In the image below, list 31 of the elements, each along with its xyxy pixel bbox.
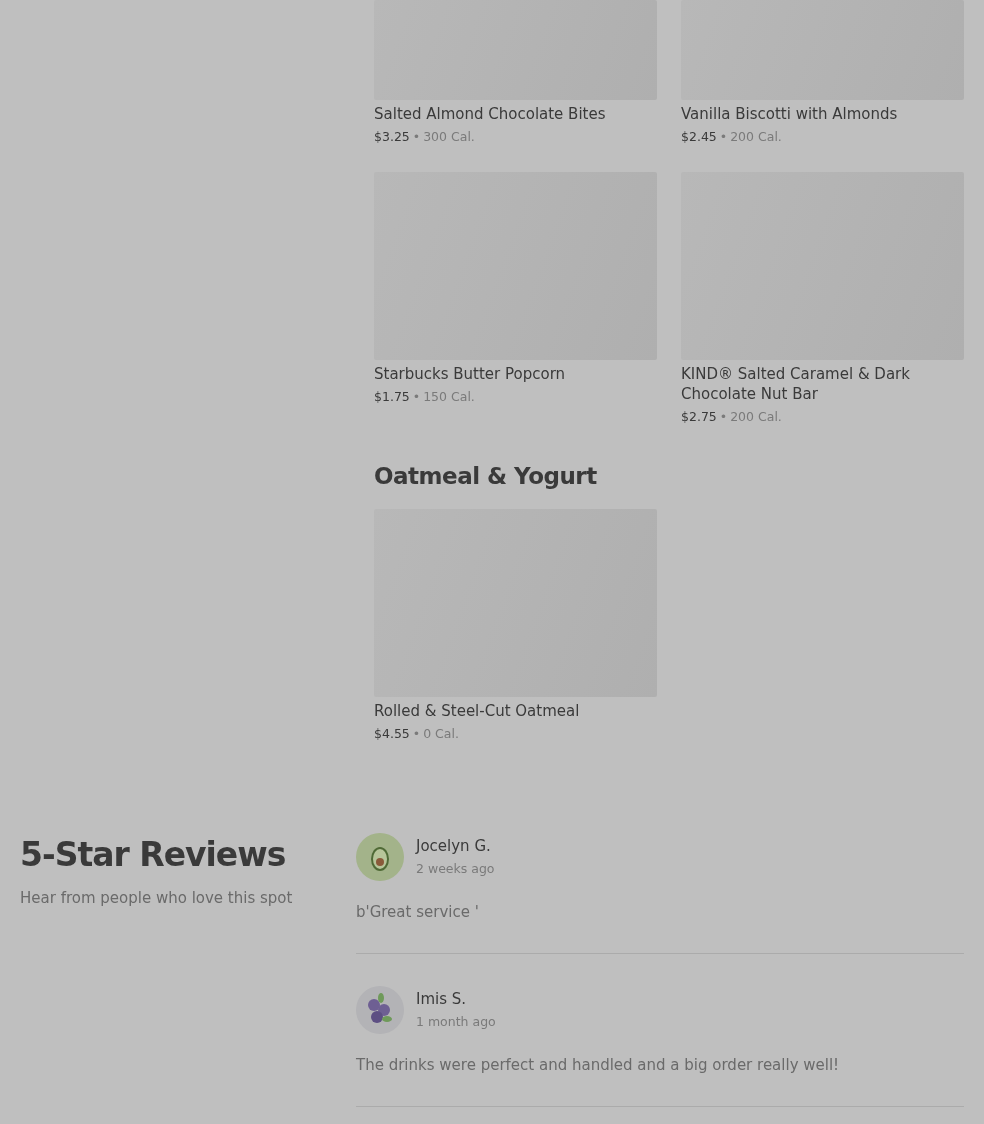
item-calories: 0 Cal. [423,725,459,743]
item-price: $1.75 [374,388,410,406]
item-calories: 200 Cal. [730,408,782,426]
reviews-subtitle: Hear from people who love this spot [20,889,294,907]
avocado-icon [356,833,404,881]
section-title: Oatmeal & Yogurt [374,462,598,491]
berries-icon [356,986,404,1034]
review-text: b'Great service ' [356,903,480,921]
item-name[interactable]: Vanilla Biscotti with Almonds [681,104,964,124]
separator: • [412,725,421,743]
item-calories: 300 Cal. [423,128,475,146]
item-name[interactable]: Salted Almond Chocolate Bites [374,104,657,124]
item-calories: 150 Cal. [423,388,475,406]
review-time: 1 month ago [416,1013,496,1031]
review-time: 2 weeks ago [416,860,495,878]
item-price: $3.25 [374,128,410,146]
item-price: $2.45 [681,128,717,146]
item-name[interactable]: KIND® Salted Caramel & Dark Chocolate Nut Bar [681,364,964,404]
review-author: Jocelyn G. [416,836,492,857]
item-calories: 200 Cal. [730,128,782,146]
item-name[interactable]: Rolled & Steel-Cut Oatmeal [374,701,657,721]
separator: • [412,128,421,146]
separator: • [719,128,728,146]
review-author: Imis S. [416,989,468,1010]
reviews-title: 5-Star Reviews [20,834,287,876]
review-text: The drinks were perfect and handled and a big order really well! [356,1056,841,1074]
item-price: $4.55 [374,725,410,743]
item-price: $2.75 [681,408,717,426]
separator: • [719,408,728,426]
item-name[interactable]: Starbucks Butter Popcorn [374,364,657,384]
separator: • [412,388,421,406]
